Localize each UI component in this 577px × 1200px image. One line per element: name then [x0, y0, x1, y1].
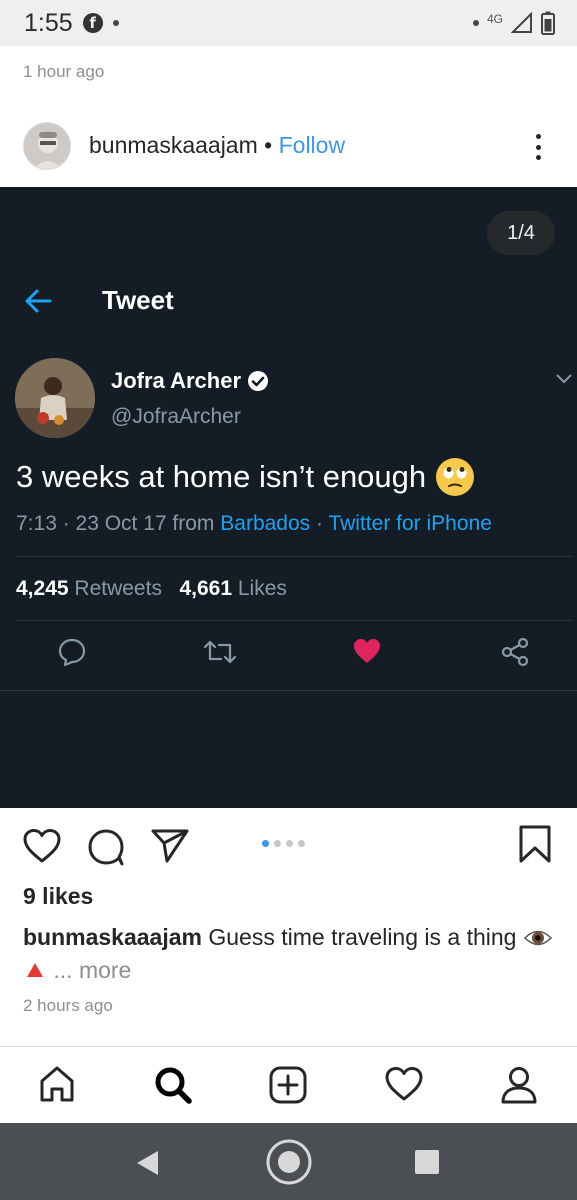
tweet-client: Twitter for iPhone	[328, 512, 492, 535]
activity-heart-icon[interactable]	[384, 1065, 424, 1103]
carousel-dot	[274, 840, 281, 847]
carousel-dot	[286, 840, 293, 847]
bookmark-icon[interactable]	[518, 824, 552, 864]
tweet-avatar-image-icon	[15, 358, 95, 438]
status-right: 4G	[472, 11, 555, 35]
header-separator: •	[264, 132, 273, 158]
status-time: 1:55	[24, 8, 73, 37]
share-icon[interactable]	[150, 828, 190, 864]
tweet-divider	[16, 556, 572, 557]
tweet-time-date: 7:13 · 23 Oct 17 from	[16, 512, 221, 535]
network-type: 4G	[486, 12, 503, 26]
heart-icon[interactable]	[22, 828, 62, 864]
facebook-notification-icon: f	[82, 13, 103, 33]
post-header: bunmaskaaajam • Follow	[0, 112, 577, 182]
caption-text: Guess time traveling is a thing	[208, 924, 517, 950]
post-header-user: bunmaskaaajam • Follow	[89, 132, 345, 159]
tweet-share-icon	[501, 637, 529, 667]
post-author-avatar[interactable]	[23, 122, 71, 170]
retweets-count: 4,245	[16, 577, 69, 600]
caption-username[interactable]: bunmaskaaajam	[23, 924, 202, 950]
carousel-dot	[298, 840, 305, 847]
avatar-image-icon	[24, 123, 70, 169]
chevron-down-icon	[556, 374, 572, 384]
post-timestamp: 2 hours ago	[23, 996, 113, 1015]
status-left: 1:55 f	[24, 9, 119, 38]
status-bar: 1:55 f 4G	[0, 0, 577, 46]
eye-emoji-icon	[523, 930, 552, 946]
tweet-divider	[0, 690, 577, 691]
post-caption: bunmaskaaajam Guess time traveling is a …	[23, 921, 553, 987]
likes-count-label[interactable]: 9 likes	[23, 883, 93, 910]
retweets-label: Retweets	[74, 577, 162, 600]
tweet-author-handle: @JofraArcher	[111, 405, 241, 428]
tweet-location: Barbados	[220, 512, 311, 535]
home-circle-icon[interactable]	[265, 1138, 313, 1186]
tweet-header-title: Tweet	[102, 285, 174, 315]
retweet-icon	[203, 640, 237, 664]
previous-post-timestamp: 1 hour ago	[23, 62, 105, 81]
notification-dot-icon	[112, 20, 119, 26]
more-options-icon[interactable]	[528, 130, 548, 164]
tweet-text: 3 weeks at home isn’t enough	[16, 459, 427, 494]
likes-label: Likes	[237, 577, 287, 600]
post-image[interactable]: 1/4 Tweet Jofra Archer @JofraArcher 3 we…	[0, 187, 577, 808]
tweet-divider	[16, 620, 572, 621]
carousel-counter: 1/4	[487, 211, 555, 255]
likes-count: 4,661	[179, 577, 233, 600]
tweet-actions	[0, 637, 577, 677]
tweet-text-row: 3 weeks at home isn’t enough	[16, 458, 475, 496]
battery-icon	[541, 11, 555, 35]
carousel-dots	[262, 840, 305, 847]
tweet-author-name: Jofra Archer	[111, 368, 242, 393]
tweet-stats: 4,245 Retweets 4,661 Likes	[16, 577, 287, 601]
verified-badge-icon	[248, 371, 269, 391]
tweet-meta-separator: ·	[310, 512, 329, 535]
search-icon[interactable]	[153, 1065, 193, 1105]
tweet-author-avatar	[15, 358, 95, 438]
status-dot-icon	[472, 20, 479, 26]
carousel-dot	[262, 840, 269, 847]
bottom-navigation	[0, 1046, 577, 1123]
eye-roll-emoji-icon	[436, 458, 475, 496]
post-actions	[0, 818, 577, 874]
reply-icon	[58, 638, 86, 667]
add-post-icon[interactable]	[268, 1065, 308, 1105]
red-triangle-emoji-icon	[27, 963, 43, 977]
post-username[interactable]: bunmaskaaajam	[89, 132, 258, 158]
tweet-meta: 7:13 · 23 Oct 17 from Barbados · Twitter…	[16, 512, 492, 536]
comment-icon[interactable]	[86, 827, 126, 867]
follow-button[interactable]: Follow	[279, 132, 345, 158]
tweet-author-name-row: Jofra Archer	[111, 368, 269, 394]
caption-more-link[interactable]: ... more	[53, 957, 131, 983]
back-arrow-icon	[25, 289, 52, 313]
back-icon[interactable]	[134, 1149, 160, 1177]
recents-icon[interactable]	[414, 1149, 440, 1175]
tweet-like-heart-icon	[354, 639, 380, 663]
signal-icon	[511, 12, 532, 33]
home-icon[interactable]	[38, 1065, 76, 1103]
profile-icon[interactable]	[499, 1065, 539, 1105]
android-navigation-bar	[0, 1123, 577, 1200]
